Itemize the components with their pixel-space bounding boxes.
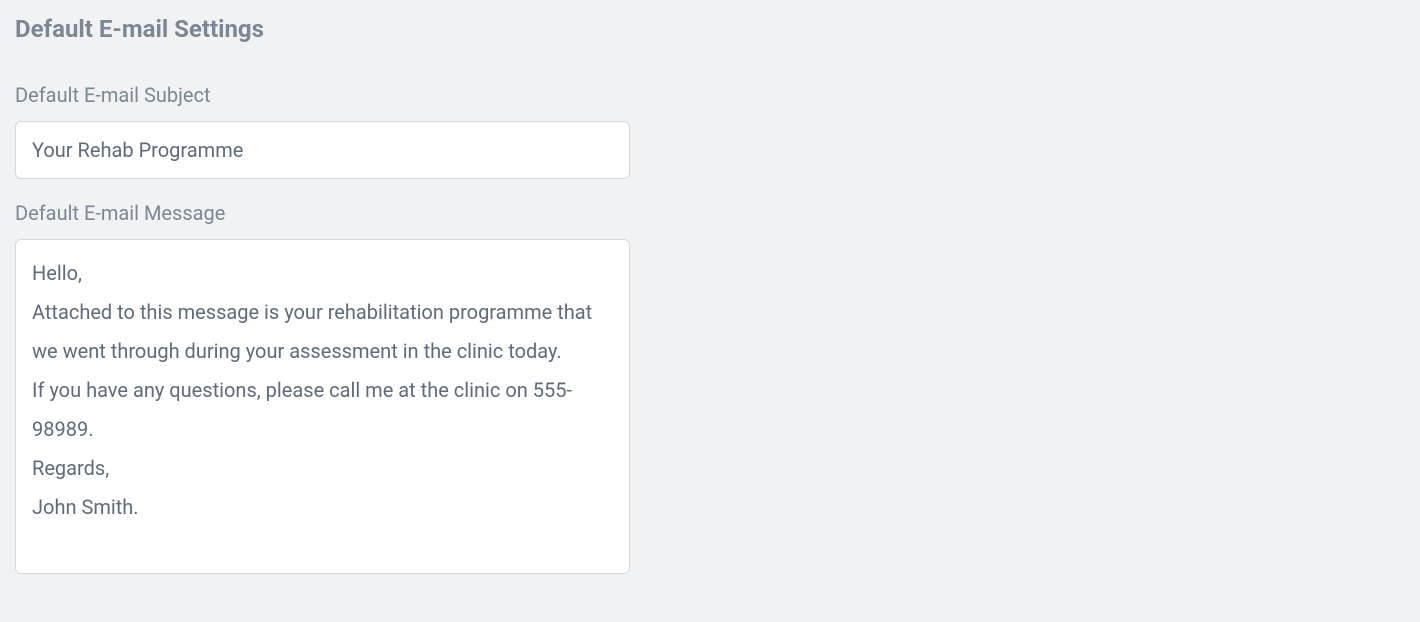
message-label: Default E-mail Message <box>15 201 1405 225</box>
section-title: Default E-mail Settings <box>15 15 1405 43</box>
subject-input[interactable] <box>15 121 630 179</box>
message-textarea[interactable] <box>15 239 630 574</box>
message-field-group: Default E-mail Message <box>15 201 1405 578</box>
subject-field-group: Default E-mail Subject <box>15 83 1405 179</box>
subject-label: Default E-mail Subject <box>15 83 1405 107</box>
